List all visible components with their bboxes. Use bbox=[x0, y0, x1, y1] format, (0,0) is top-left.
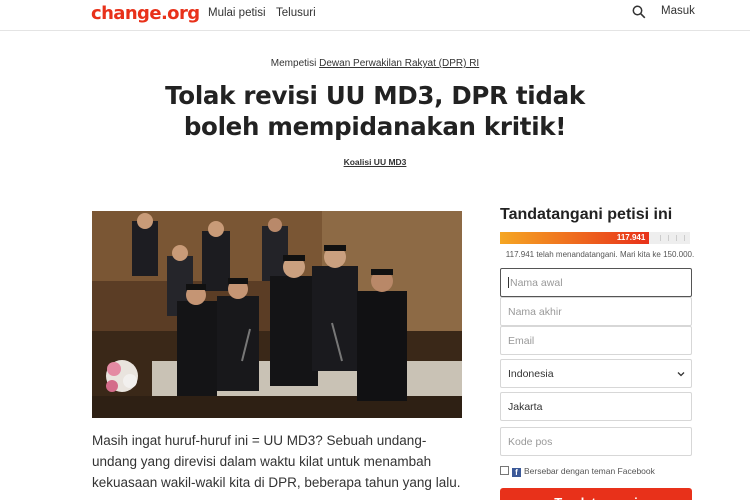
petition-body-text: Masih ingat huruf-huruf ini = UU MD3? Se… bbox=[92, 433, 461, 490]
country-value: Indonesia bbox=[508, 368, 554, 380]
petition-target-link[interactable]: Dewan Perwakilan Rakyat (DPR) RI bbox=[319, 58, 479, 69]
login-link[interactable]: Masuk bbox=[661, 5, 695, 17]
top-navigation-bar: change.org Mulai petisi Telusuri Masuk bbox=[0, 0, 750, 31]
last-name-placeholder: Nama akhir bbox=[508, 306, 562, 318]
first-name-placeholder: Nama awal bbox=[510, 277, 563, 289]
petition-title: Tolak revisi UU MD3, DPR tidak boleh mem… bbox=[165, 81, 585, 141]
facebook-share-checkbox[interactable] bbox=[500, 466, 509, 475]
petition-target-prefix: Mempetisi bbox=[270, 58, 317, 69]
change-org-logo[interactable]: change.org bbox=[91, 3, 200, 24]
facebook-share-option: f Bersebar dengan teman Facebook bbox=[500, 466, 655, 477]
email-input[interactable]: Email bbox=[500, 326, 692, 355]
signature-progress-fill: 117.941 bbox=[500, 232, 650, 244]
petition-author-link[interactable]: Koalisi UU MD3 bbox=[0, 157, 750, 167]
email-placeholder: Email bbox=[508, 335, 535, 347]
search-icon[interactable] bbox=[632, 5, 646, 19]
start-petition-link[interactable]: Mulai petisi bbox=[208, 7, 266, 19]
signature-progress-count: 117.941 bbox=[616, 233, 646, 242]
sign-petition-button[interactable]: Tandatangani bbox=[500, 488, 692, 500]
facebook-icon: f bbox=[512, 468, 521, 477]
signature-count-text: 117.941 telah menandatangani. Mari kita … bbox=[505, 250, 695, 259]
signature-progress-bar: 117.941 bbox=[500, 232, 690, 244]
postal-code-placeholder: Kode pos bbox=[508, 436, 553, 448]
facebook-share-label: Bersebar dengan teman Facebook bbox=[524, 466, 655, 476]
last-name-input[interactable]: Nama akhir bbox=[500, 297, 692, 326]
sign-panel-title: Tandatangani petisi ini bbox=[500, 206, 673, 223]
first-name-input[interactable]: Nama awal bbox=[500, 268, 692, 297]
progress-ticks bbox=[650, 232, 690, 244]
city-value: Jakarta bbox=[508, 401, 543, 413]
petition-photo bbox=[92, 211, 462, 418]
country-select[interactable]: Indonesia bbox=[500, 359, 692, 388]
postal-code-input[interactable]: Kode pos bbox=[500, 427, 692, 456]
parliament-scene-image bbox=[92, 211, 462, 418]
chevron-down-icon bbox=[677, 372, 685, 377]
petition-target: Mempetisi Dewan Perwakilan Rakyat (DPR) … bbox=[0, 58, 750, 69]
city-input[interactable]: Jakarta bbox=[500, 392, 692, 421]
text-caret bbox=[508, 277, 509, 288]
browse-link[interactable]: Telusuri bbox=[276, 7, 316, 19]
